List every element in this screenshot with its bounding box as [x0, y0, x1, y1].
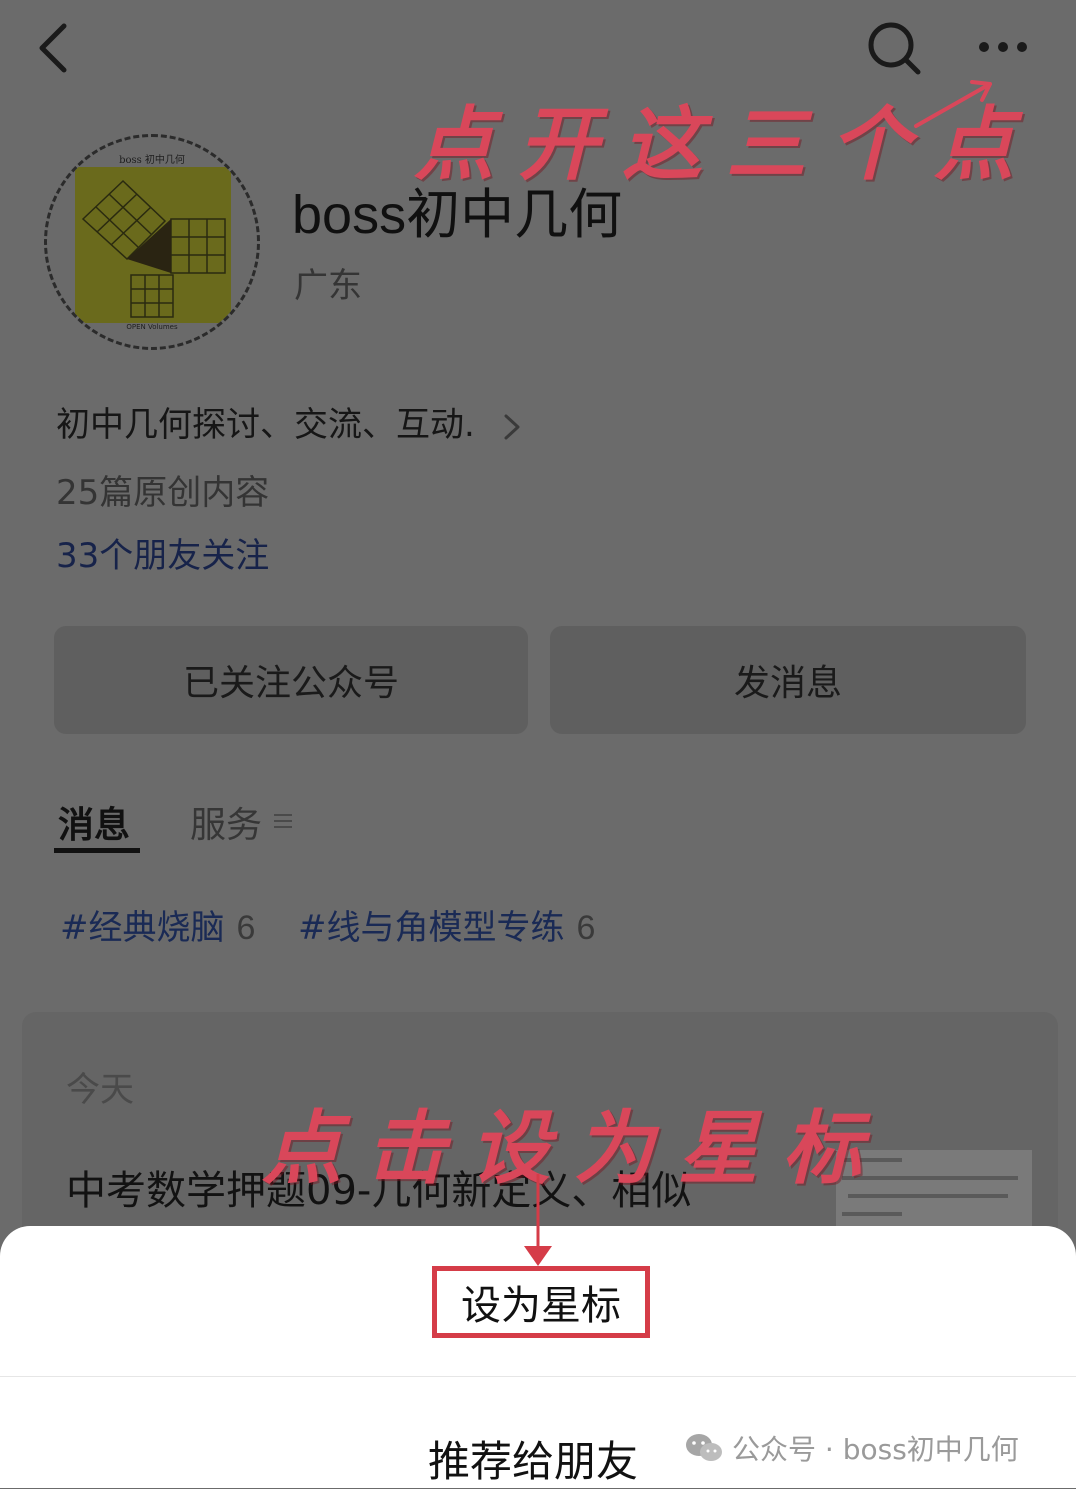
- send-message-button[interactable]: 发消息: [550, 626, 1026, 734]
- description-text: 初中几何探讨、交流、互动.: [56, 405, 475, 445]
- avatar-footer: OPEN Volumes: [126, 323, 178, 331]
- tag-count: 6: [236, 909, 256, 947]
- tag-line-angle-model[interactable]: #线与角模型专练 6: [298, 900, 595, 949]
- friends-following-link[interactable]: 33个朋友关注: [56, 528, 269, 577]
- original-count: 25篇原创内容: [56, 473, 270, 513]
- tag-label: #线与角模型专练: [298, 908, 565, 948]
- more-options-button[interactable]: [968, 22, 1038, 72]
- tag-label: #经典烧脑: [60, 908, 225, 948]
- menu-icon: [274, 814, 292, 828]
- recommend-to-friend-button[interactable]: 推荐给朋友: [428, 1428, 638, 1489]
- set-star-button[interactable]: 设为星标: [432, 1266, 650, 1338]
- annotation-set-star: 点击设为星标: [262, 1101, 886, 1195]
- account-name: boss初中几何: [292, 185, 623, 245]
- search-button[interactable]: [862, 16, 926, 80]
- divider: [0, 1376, 1076, 1377]
- tab-messages[interactable]: 消息: [58, 796, 130, 848]
- account-description[interactable]: 初中几何探讨、交流、互动.: [56, 397, 524, 446]
- tab-active-indicator: [54, 848, 140, 853]
- annotation-arrow: [914, 80, 992, 128]
- watermark-text: 公众号 · boss初中几何: [732, 1433, 1019, 1466]
- followed-button[interactable]: 已关注公众号: [54, 626, 528, 734]
- chevron-right-icon: [504, 414, 520, 439]
- date-label: 今天: [66, 1070, 134, 1110]
- avatar: boss 初中几何 OPEN Volumes: [44, 134, 260, 350]
- account-region: 广东: [294, 266, 362, 306]
- tab-services[interactable]: 服务: [190, 796, 262, 848]
- search-icon: [868, 22, 921, 75]
- avatar-caption: boss 初中几何: [119, 153, 185, 166]
- watermark: 公众号 · boss初中几何: [684, 1428, 1019, 1468]
- more-icon: [979, 42, 1027, 52]
- tag-classic-brain[interactable]: #经典烧脑 6: [60, 900, 255, 949]
- back-button[interactable]: [30, 18, 90, 78]
- annotation-down-arrow: [524, 1174, 552, 1266]
- back-icon: [39, 23, 67, 73]
- wechat-icon: [686, 1434, 722, 1461]
- tag-count: 6: [576, 909, 596, 947]
